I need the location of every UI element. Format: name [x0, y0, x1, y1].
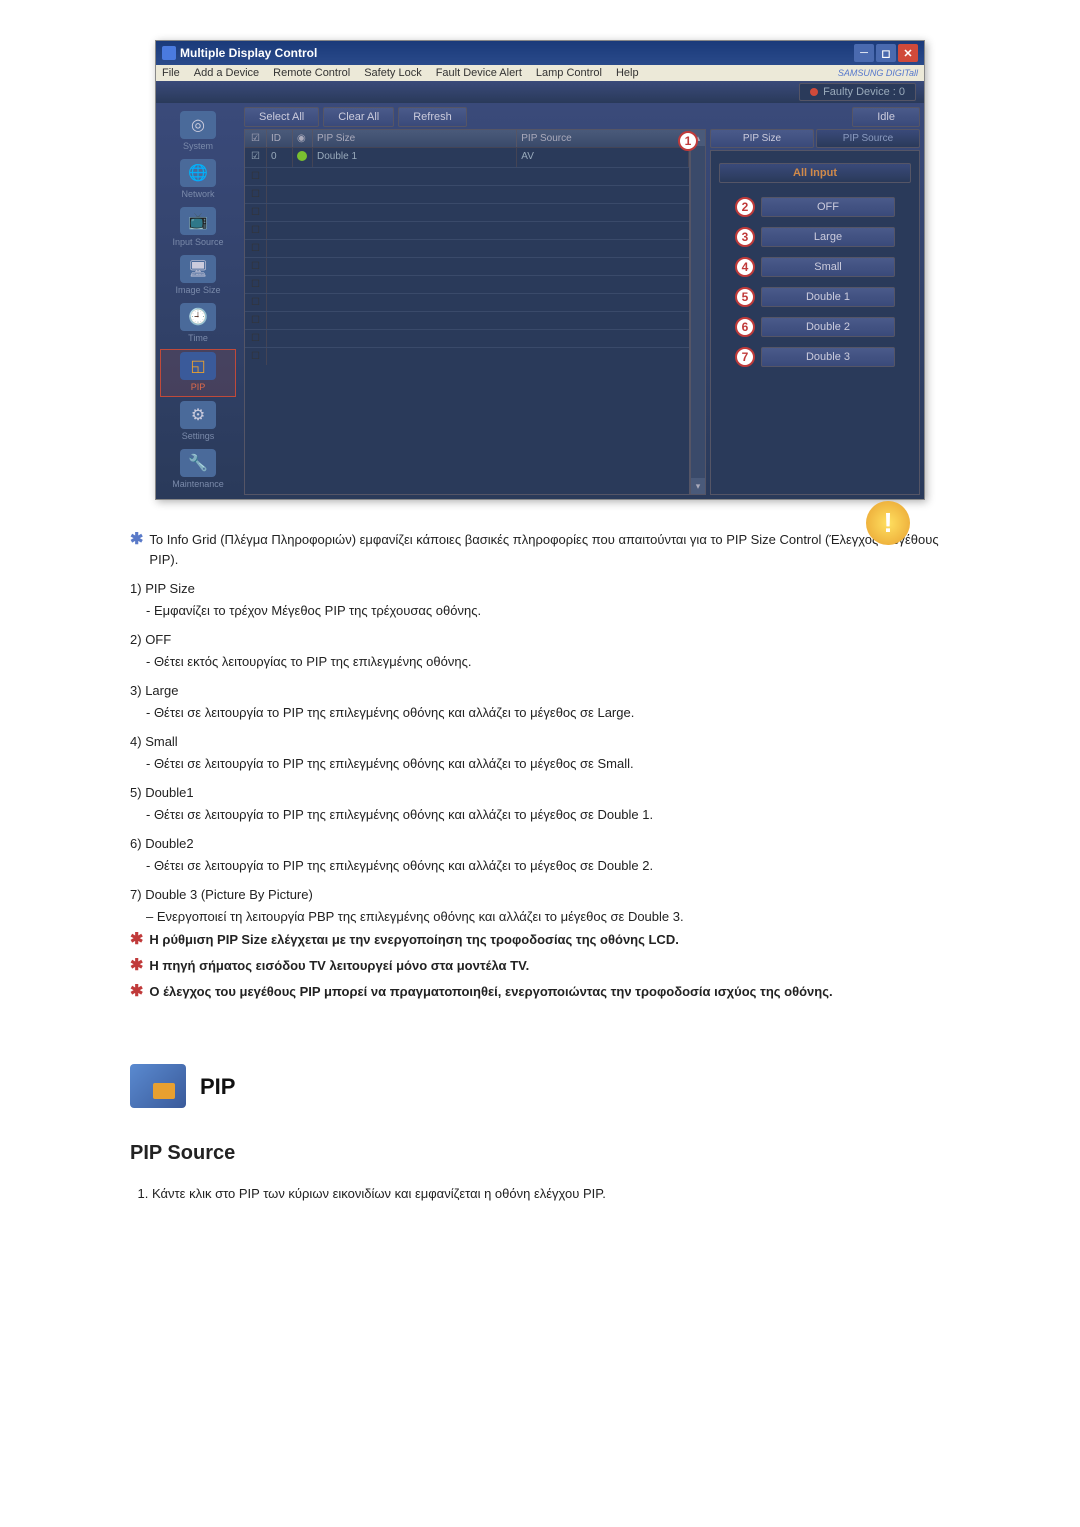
- sidebar-item-settings[interactable]: ⚙Settings: [160, 399, 236, 445]
- badge-6: 6: [735, 317, 755, 337]
- pip-step-1: Κάντε κλικ στο PIP των κύριων εικονιδίων…: [152, 1184, 950, 1204]
- main-area: Select All Clear All Refresh Idle ☑ ID ◉…: [240, 103, 924, 499]
- network-icon: 🌐: [180, 159, 216, 187]
- refresh-button[interactable]: Refresh: [398, 107, 467, 127]
- option-double1[interactable]: Double 1: [761, 287, 895, 307]
- col-check[interactable]: ☑: [245, 130, 267, 147]
- sidebar-item-pip[interactable]: ◱PIP: [160, 349, 236, 397]
- settings-icon: ⚙: [180, 401, 216, 429]
- window-buttons: ─ ◻ ✕: [854, 44, 918, 62]
- col-status: ◉: [293, 130, 313, 147]
- intro-text: Το Info Grid (Πλέγμα Πληροφοριών) εμφανί…: [149, 530, 950, 569]
- menu-remote-control[interactable]: Remote Control: [273, 67, 350, 79]
- row-status: [293, 148, 313, 167]
- status-strip: Faulty Device : 0: [156, 81, 924, 103]
- badge-3: 3: [735, 227, 755, 247]
- brand-label: SAMSUNG DIGITall: [838, 68, 918, 78]
- sidebar-item-maintenance[interactable]: 🔧Maintenance: [160, 447, 236, 493]
- tab-pip-size[interactable]: PIP Size: [710, 129, 814, 148]
- image-size-icon: 🖥: [180, 255, 216, 283]
- badge-2: 2: [735, 197, 755, 217]
- close-button[interactable]: ✕: [898, 44, 918, 62]
- doc-section: ✱ Το Info Grid (Πλέγμα Πληροφοριών) εμφα…: [130, 530, 950, 1204]
- option-double3[interactable]: Double 3: [761, 347, 895, 367]
- pip-icon: ◱: [180, 352, 216, 380]
- sidebar-item-system[interactable]: ◎System: [160, 109, 236, 155]
- maximize-button[interactable]: ◻: [876, 44, 896, 62]
- control-panel: 1 PIP Size PIP Source All Input 2OFF 3La…: [710, 129, 920, 495]
- row-size: Double 1: [313, 148, 517, 167]
- tab-pip-source[interactable]: PIP Source: [816, 129, 920, 148]
- badge-7: 7: [735, 347, 755, 367]
- menu-lamp-control[interactable]: Lamp Control: [536, 67, 602, 79]
- info-star-icon: ✱: [130, 528, 143, 552]
- status-dot-icon: [297, 151, 307, 161]
- all-input-label: All Input: [719, 163, 911, 183]
- menu-fault-alert[interactable]: Fault Device Alert: [436, 67, 522, 79]
- input-source-icon: 📺: [180, 207, 216, 235]
- scrollbar[interactable]: ▴ ▾: [690, 129, 706, 495]
- sidebar: ◎System 🌐Network 📺Input Source 🖥Image Si…: [156, 103, 240, 499]
- option-large[interactable]: Large: [761, 227, 895, 247]
- badge-1: 1: [678, 131, 698, 151]
- idle-button[interactable]: Idle: [852, 107, 920, 127]
- star-icon: ✱: [130, 928, 143, 952]
- clear-all-button[interactable]: Clear All: [323, 107, 394, 127]
- warning-icon: !: [866, 501, 910, 545]
- pip-section-icon: [130, 1064, 186, 1108]
- time-icon: 🕘: [180, 303, 216, 331]
- toolbar: Select All Clear All Refresh Idle: [244, 107, 920, 127]
- menu-help[interactable]: Help: [616, 67, 639, 79]
- star-icon: ✱: [130, 980, 143, 1004]
- star-icon: ✱: [130, 954, 143, 978]
- sidebar-item-input-source[interactable]: 📺Input Source: [160, 205, 236, 251]
- row-check[interactable]: ☑: [245, 148, 267, 167]
- pip-source-heading: PIP Source: [130, 1138, 950, 1168]
- info-grid: ☑ ID ◉ PIP Size PIP Source ☑ 0 Double 1 …: [244, 129, 706, 495]
- item-desc: - Εμφανίζει το τρέχον Μέγεθος PIP της τρ…: [146, 601, 950, 621]
- fault-dot-icon: [810, 88, 818, 96]
- col-pip-source: PIP Source: [517, 130, 689, 147]
- note-3: Ο έλεγχος του μεγέθους PIP μπορεί να πρα…: [149, 982, 832, 1002]
- option-small[interactable]: Small: [761, 257, 895, 277]
- table-row[interactable]: ☑ 0 Double 1 AV: [245, 147, 689, 167]
- note-2: Η πηγή σήματος εισόδου TV λειτουργεί μόν…: [149, 956, 529, 976]
- titlebar: Multiple Display Control ─ ◻ ✕: [156, 41, 924, 65]
- item-title: PIP Size: [145, 581, 195, 596]
- sidebar-item-image-size[interactable]: 🖥Image Size: [160, 253, 236, 299]
- pip-steps: Κάντε κλικ στο PIP των κύριων εικονιδίων…: [152, 1184, 950, 1204]
- app-body: ◎System 🌐Network 📺Input Source 🖥Image Si…: [156, 103, 924, 499]
- faulty-device-badge: Faulty Device : 0: [799, 83, 916, 101]
- row-source: AV: [517, 148, 689, 167]
- item-num: 1): [130, 581, 142, 596]
- window-title: Multiple Display Control: [180, 46, 317, 60]
- sidebar-item-network[interactable]: 🌐Network: [160, 157, 236, 203]
- system-icon: ◎: [180, 111, 216, 139]
- maintenance-icon: 🔧: [180, 449, 216, 477]
- pip-title: PIP: [200, 1070, 235, 1103]
- menubar: File Add a Device Remote Control Safety …: [156, 65, 924, 81]
- pip-section-header: PIP: [130, 1064, 950, 1108]
- option-off[interactable]: OFF: [761, 197, 895, 217]
- option-double2[interactable]: Double 2: [761, 317, 895, 337]
- badge-5: 5: [735, 287, 755, 307]
- menu-add-device[interactable]: Add a Device: [194, 67, 259, 79]
- sidebar-item-time[interactable]: 🕘Time: [160, 301, 236, 347]
- minimize-button[interactable]: ─: [854, 44, 874, 62]
- app-icon: [162, 46, 176, 60]
- scroll-down-icon[interactable]: ▾: [691, 478, 705, 494]
- menu-safety-lock[interactable]: Safety Lock: [364, 67, 421, 79]
- badge-4: 4: [735, 257, 755, 277]
- select-all-button[interactable]: Select All: [244, 107, 319, 127]
- col-pip-size: PIP Size: [313, 130, 517, 147]
- faulty-text: Faulty Device : 0: [823, 86, 905, 98]
- row-id: 0: [267, 148, 293, 167]
- col-id: ID: [267, 130, 293, 147]
- note-1: Η ρύθμιση PIP Size ελέγχεται με την ενερ…: [149, 930, 678, 950]
- menu-file[interactable]: File: [162, 67, 180, 79]
- app-window: Multiple Display Control ─ ◻ ✕ File Add …: [155, 40, 925, 500]
